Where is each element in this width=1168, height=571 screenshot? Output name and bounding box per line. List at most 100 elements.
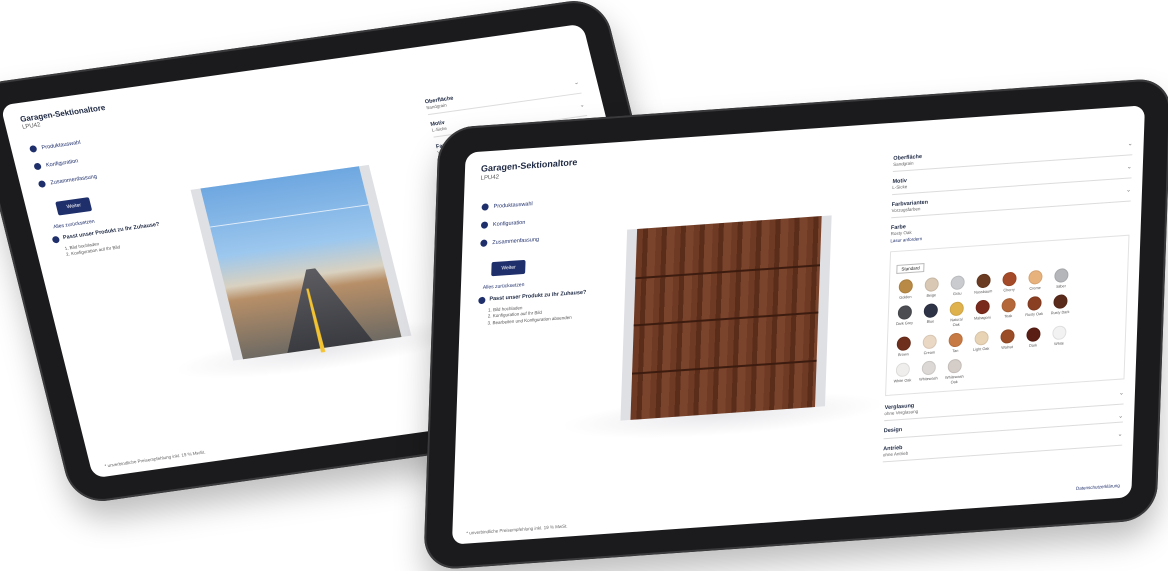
swatch-label: Tan	[952, 348, 959, 354]
page-title: Garagen-Sektionaltore	[19, 103, 107, 124]
color-swatch[interactable]: Nussbaum	[973, 273, 994, 295]
color-swatch[interactable]: Dark	[1023, 327, 1044, 349]
next-button[interactable]: Weiter	[491, 259, 526, 277]
swatch-label: Cherry	[1003, 287, 1015, 293]
footer-note: * unverbindliche Preisempfehlung inkl. 1…	[104, 449, 206, 469]
swatch-label: Grau	[952, 291, 962, 297]
swatch-color	[974, 330, 989, 346]
color-swatch[interactable]: Cherry	[999, 271, 1020, 293]
panel-seam	[209, 203, 369, 228]
step-item[interactable]: Konfiguration	[480, 214, 591, 229]
chevron-down-icon: ⌄	[573, 79, 580, 87]
door-panel-photo	[200, 166, 402, 360]
swatch-color	[922, 334, 937, 350]
color-swatch[interactable]: Teak	[998, 298, 1019, 324]
reset-link[interactable]: Alles zurücksetzen	[483, 277, 589, 291]
door-frame	[190, 164, 412, 361]
panel-groove	[635, 263, 821, 279]
swatch-color	[975, 299, 990, 315]
color-swatch[interactable]: Tan	[945, 332, 966, 354]
swatch-color	[1053, 294, 1068, 310]
step-item[interactable]: Zusammenfassung	[480, 232, 590, 247]
step-dot-icon	[480, 239, 488, 247]
swatch-color	[949, 301, 964, 317]
step-dot-icon	[33, 162, 42, 171]
swatch-color	[895, 362, 911, 378]
swatch-label: Cream	[923, 350, 936, 356]
chevron-down-icon: ⌄	[1118, 390, 1125, 397]
swatch-color	[947, 359, 962, 375]
color-swatch[interactable]: Whitewash Oak	[944, 359, 965, 385]
color-swatch[interactable]: White Oak	[892, 362, 913, 388]
color-swatch[interactable]: Brown	[893, 336, 914, 358]
color-swatch[interactable]: Blue	[920, 303, 941, 329]
swatch-color	[1001, 298, 1016, 314]
step-list: Produktauswahl Konfiguration Zusammenfas…	[28, 131, 166, 260]
tablet-front: Garagen-Sektionaltore LPU42 Produktauswa…	[423, 77, 1168, 571]
color-swatch[interactable]: Mahagoni	[972, 299, 993, 326]
step-item[interactable]: Zusammenfassung	[37, 166, 149, 188]
swatch-filter-tag[interactable]: Standard	[896, 262, 925, 274]
color-swatch[interactable]: Whitewash	[918, 360, 939, 387]
color-swatch[interactable]: Silber	[1051, 267, 1072, 290]
step-dot-icon	[28, 145, 38, 153]
chevron-down-icon: ⌄	[1118, 413, 1124, 421]
swatch-color	[976, 273, 991, 289]
step-item[interactable]: Konfiguration	[33, 148, 144, 171]
swatch-label: Golden	[899, 294, 912, 300]
step-item[interactable]: Produktauswahl	[481, 196, 592, 211]
color-swatch[interactable]: Creme	[1025, 269, 1046, 292]
swatch-grid: Golden Beige Grau Nussbaum Cherry Creme Silber…	[892, 264, 1121, 388]
options-panel: Oberfläche Sandgrain ⌄ Motiv L-Sicke ⌄ F…	[882, 136, 1133, 466]
color-swatch[interactable]: Natural Oak	[946, 301, 967, 327]
swatch-panel: Standard Golden Beige Grau Nussbaum Cherry Cr…	[885, 234, 1130, 397]
color-swatch[interactable]: Light Oak	[971, 330, 992, 353]
swatch-color	[948, 332, 963, 348]
color-swatch[interactable]: Walnut	[997, 328, 1018, 351]
door-preview	[169, 164, 477, 391]
footer-note: * unverbindliche Preisempfehlung inkl. 1…	[466, 523, 568, 536]
color-swatch[interactable]: Rusty Dark	[1050, 294, 1071, 320]
next-button[interactable]: Weiter	[55, 197, 93, 216]
color-swatch[interactable]: Cream	[919, 334, 940, 356]
step-label: Zusammenfassung	[49, 173, 98, 186]
question-icon	[478, 296, 486, 305]
chevron-down-icon: ⌄	[1117, 431, 1123, 439]
step-item[interactable]: Produktauswahl	[28, 131, 140, 153]
swatch-color	[896, 336, 912, 352]
step-label: Zusammenfassung	[492, 236, 540, 246]
swatch-label: Mahagoni	[973, 315, 991, 322]
color-swatch[interactable]: Golden	[895, 278, 916, 301]
swatch-color	[1028, 269, 1043, 285]
swatch-label: Teak	[1004, 314, 1013, 319]
swatch-label: Blue	[926, 319, 935, 325]
swatch-label: Whitewash	[919, 376, 938, 383]
swatch-label: Whitewash Oak	[945, 374, 964, 385]
color-swatch[interactable]: Rusty Oak	[1024, 296, 1045, 322]
chevron-down-icon: ⌄	[1125, 187, 1132, 194]
step-dot-icon	[37, 180, 47, 188]
step-list: Produktauswahl Konfiguration Zusammenfas…	[477, 196, 591, 327]
swatch-label: Silber	[1056, 284, 1066, 289]
chevron-down-icon: ⌄	[1126, 164, 1132, 171]
step-dot-icon	[481, 203, 489, 211]
swatch-color	[924, 277, 939, 293]
chevron-down-icon: ⌄	[578, 102, 586, 109]
swatch-label: Dark	[1029, 343, 1038, 348]
swatch-label: White	[1054, 341, 1064, 347]
door-panel-wood	[630, 216, 822, 420]
swatch-label: Light Oak	[973, 346, 990, 352]
step-label: Produktauswahl	[493, 200, 533, 210]
color-swatch[interactable]: White	[1049, 325, 1070, 347]
color-swatch	[1076, 292, 1097, 318]
swatch-label: Creme	[1029, 285, 1041, 291]
color-swatch[interactable]: Dark Grey	[894, 305, 915, 331]
swatch-color	[1000, 328, 1015, 344]
color-swatch[interactable]: Beige	[921, 277, 942, 299]
panel-groove	[632, 359, 817, 375]
swatch-color	[921, 360, 937, 376]
privacy-link[interactable]: Datenschutzerklärung	[1076, 483, 1120, 491]
color-swatch[interactable]: Grau	[947, 275, 968, 297]
question-icon	[51, 235, 61, 244]
color-swatch	[1077, 266, 1098, 288]
